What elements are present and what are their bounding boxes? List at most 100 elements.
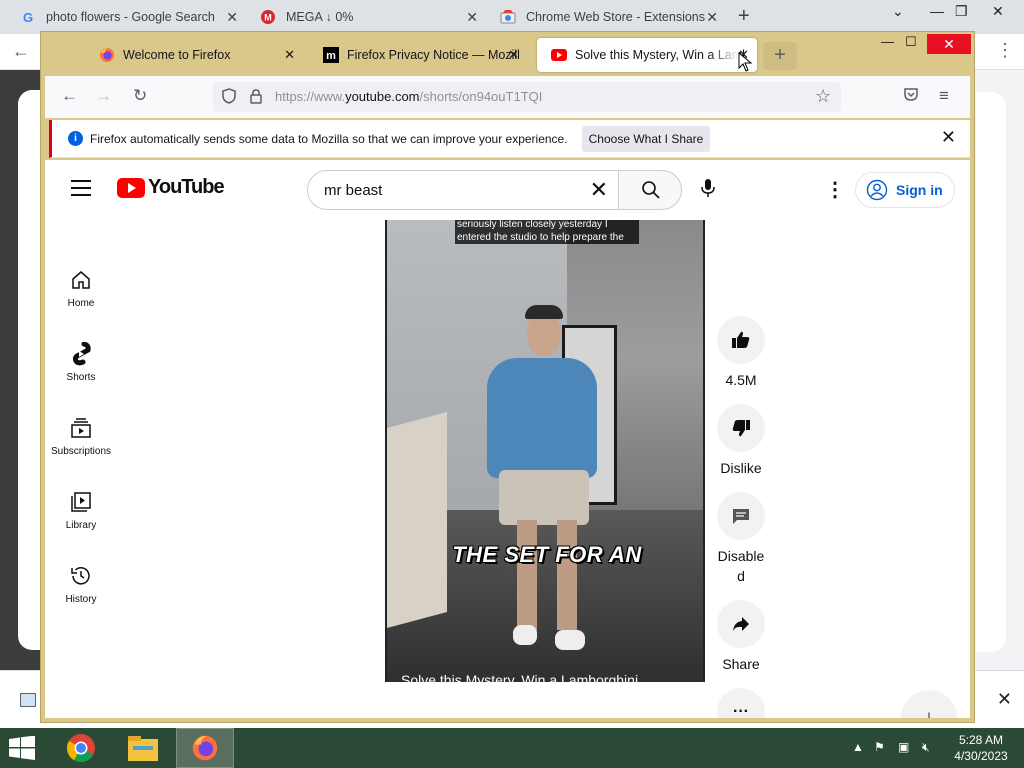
chrome-tab-label: photo flowers - Google Search: [46, 10, 215, 24]
url-prefix: https://www.: [275, 89, 346, 104]
bookmark-star-icon[interactable]: ☆: [815, 86, 831, 107]
maximize-icon[interactable]: ☐: [905, 34, 917, 50]
close-tab-icon[interactable]: ✕: [226, 9, 238, 26]
close-download-bar-icon[interactable]: ✕: [997, 689, 1012, 710]
svg-text:M: M: [264, 13, 272, 23]
lock-icon[interactable]: [249, 88, 263, 107]
home-icon: [72, 271, 90, 289]
like-count: 4.5M: [725, 372, 757, 388]
like-button[interactable]: 4.5M: [715, 316, 767, 390]
chrome-tab-mega[interactable]: M MEGA ↓ 0% ✕: [248, 0, 488, 34]
back-arrow-icon[interactable]: ←: [12, 41, 30, 62]
more-actions-button[interactable]: ···: [715, 688, 767, 718]
firefox-tab-privacy[interactable]: m Firefox Privacy Notice — Mozilla ✕: [309, 38, 527, 72]
sidebar-item-label: History: [65, 594, 97, 605]
youtube-logo-text: YouTube: [148, 176, 225, 198]
search-input[interactable]: mr beast: [324, 182, 382, 199]
minimize-icon[interactable]: —: [930, 3, 944, 19]
comments-button[interactable]: Disabled: [715, 492, 767, 586]
next-video-arrow-icon[interactable]: ↓: [901, 690, 957, 718]
video-title[interactable]: Solve this Mystery, Win a Lamborghini: [401, 672, 638, 682]
close-window-icon[interactable]: ✕: [992, 3, 1004, 20]
dislike-label: Dislike: [720, 460, 762, 476]
chrome-tab-google-search[interactable]: G photo flowers - Google Search ✕: [8, 0, 248, 34]
url-domain: youtube.com: [345, 89, 420, 104]
guide-menu-icon[interactable]: [71, 180, 91, 201]
chrome-tab-strip: G photo flowers - Google Search ✕ M MEGA…: [0, 0, 1024, 34]
hamburger-menu-icon[interactable]: ≡: [939, 86, 949, 106]
mozilla-m-icon: m: [323, 47, 339, 63]
minimize-icon[interactable]: —: [881, 34, 894, 49]
chrome-web-store-icon: [500, 9, 516, 25]
info-icon: i: [68, 131, 83, 146]
firefox-tab-label: Firefox Privacy Notice — Mozilla: [347, 48, 519, 62]
search-box[interactable]: mr beast ✕: [307, 170, 619, 210]
taskbar-file-explorer-icon[interactable]: [114, 728, 172, 768]
youtube-logo[interactable]: YouTube: [117, 176, 225, 199]
sign-in-button[interactable]: Sign in: [855, 172, 955, 208]
close-tab-icon[interactable]: ✕: [508, 47, 519, 63]
choose-what-i-share-button[interactable]: Choose What I Share: [582, 126, 710, 152]
taskbar-clock[interactable]: 5:28 AM 4/30/2023: [948, 732, 1014, 764]
chrome-new-tab-button[interactable]: +: [738, 5, 750, 28]
back-arrow-icon[interactable]: ←: [61, 86, 78, 106]
close-tab-icon[interactable]: ✕: [466, 9, 478, 26]
taskbar-chrome-icon[interactable]: [52, 728, 110, 768]
network-icon[interactable]: ▣: [898, 740, 909, 754]
sidebar-item-home[interactable]: Home: [45, 268, 117, 309]
close-window-button[interactable]: ✕: [927, 34, 971, 54]
share-button[interactable]: Share: [715, 600, 767, 674]
image-file-icon: [20, 693, 36, 707]
video-person-leg: [517, 520, 537, 630]
firefox-tab-label: Welcome to Firefox: [123, 48, 231, 62]
volume-muted-icon[interactable]: 🔇︎: [922, 740, 930, 755]
notification-message: Firefox automatically sends some data to…: [90, 132, 568, 146]
firefox-tab-youtube-active[interactable]: Solve this Mystery, Win a Lamborghini ✕: [537, 38, 757, 72]
firefox-window: Welcome to Firefox ✕ m Firefox Privacy N…: [40, 31, 975, 723]
restore-icon[interactable]: ❐: [955, 3, 968, 20]
taskbar-firefox-icon[interactable]: [176, 728, 234, 768]
video-person-cap: [525, 305, 563, 319]
clear-search-icon[interactable]: ✕: [590, 177, 608, 203]
pocket-icon[interactable]: [903, 86, 919, 107]
search-button[interactable]: [618, 170, 682, 210]
library-icon: [71, 492, 91, 512]
shorts-video-player[interactable]: seriously listen closely yesterday I ent…: [385, 220, 705, 682]
dislike-button[interactable]: Dislike: [715, 404, 767, 478]
clock-time: 5:28 AM: [958, 733, 1004, 747]
sidebar-item-library[interactable]: Library: [45, 490, 117, 531]
shield-icon[interactable]: [221, 88, 237, 107]
windows-start-icon[interactable]: [8, 735, 36, 765]
mega-icon: M: [260, 9, 276, 25]
video-person-body: [487, 358, 597, 478]
firefox-icon: [99, 47, 115, 63]
sidebar-item-history[interactable]: History: [45, 564, 117, 605]
url-text[interactable]: https://www.youtube.com/shorts/on94ouT1T…: [275, 89, 542, 104]
close-notification-icon[interactable]: ✕: [941, 127, 956, 148]
sidebar-item-subscriptions[interactable]: Subscriptions: [45, 416, 117, 457]
comments-disabled-label: Disabled: [717, 548, 765, 584]
firefox-tab-welcome[interactable]: Welcome to Firefox ✕: [85, 38, 303, 72]
sign-in-label: Sign in: [896, 182, 943, 198]
history-icon: [71, 567, 90, 585]
reload-icon[interactable]: ↻: [133, 86, 147, 106]
tray-overflow-icon[interactable]: ▲: [852, 740, 864, 754]
chrome-page-card-left: [18, 90, 40, 650]
data-collection-notification: i Firefox automatically sends some data …: [49, 120, 970, 158]
chevron-down-icon[interactable]: ⌄: [892, 3, 904, 20]
firefox-new-tab-button[interactable]: +: [763, 42, 797, 70]
close-tab-icon[interactable]: ✕: [706, 9, 718, 26]
forward-arrow-icon[interactable]: →: [95, 86, 112, 106]
thumbs-up-icon: [717, 316, 765, 364]
action-center-flag-icon[interactable]: ⚑: [874, 740, 885, 754]
settings-kebab-icon[interactable]: ⋮: [825, 177, 845, 202]
microphone-icon[interactable]: [701, 178, 715, 203]
url-bar[interactable]: https://www.youtube.com/shorts/on94ouT1T…: [213, 82, 841, 112]
sidebar-item-label: Subscriptions: [50, 446, 112, 457]
chrome-page-card-right: [976, 92, 1006, 652]
chrome-menu-icon[interactable]: ⋮: [996, 40, 1014, 61]
sidebar-item-shorts[interactable]: Shorts: [45, 342, 117, 383]
chrome-tab-web-store[interactable]: Chrome Web Store - Extensions ✕: [488, 0, 728, 34]
close-tab-icon[interactable]: ✕: [284, 47, 295, 63]
shorts-icon: [72, 342, 91, 366]
